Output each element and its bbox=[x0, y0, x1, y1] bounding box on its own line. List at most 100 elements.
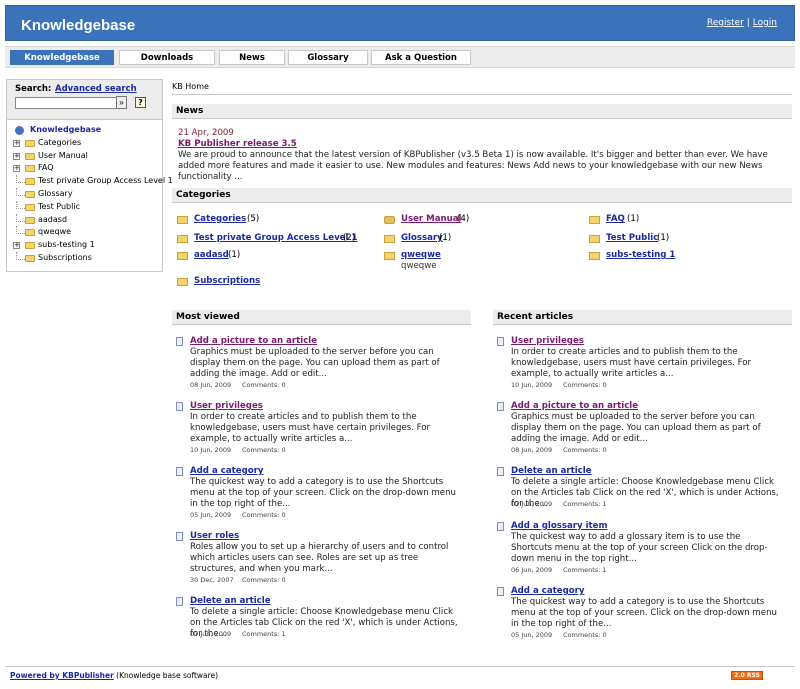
article-meta: 07 Jun, 2009 Comments: 1 bbox=[190, 630, 286, 638]
site-logo[interactable]: Knowledgebase bbox=[21, 17, 135, 34]
document-icon bbox=[176, 467, 183, 476]
register-link[interactable]: Register bbox=[707, 18, 744, 28]
tree-branch-line bbox=[16, 251, 25, 260]
tree-item[interactable]: Glossary bbox=[7, 187, 162, 201]
article-title-link[interactable]: Delete an article bbox=[511, 466, 592, 476]
news-body: We are proud to announce that the latest… bbox=[178, 150, 768, 182]
tree-item-label[interactable]: FAQ bbox=[38, 162, 54, 175]
tree-branch-line bbox=[16, 187, 25, 196]
advanced-search-link[interactable]: Advanced search bbox=[55, 84, 137, 94]
category-link[interactable]: Test private Group Access Level 1 bbox=[194, 231, 357, 245]
tree-item[interactable]: Subscriptions bbox=[7, 251, 162, 265]
article-title-link[interactable]: Delete an article bbox=[190, 596, 271, 606]
article-meta: 10 Jun, 2009 Comments: 0 bbox=[511, 381, 607, 389]
tree-item[interactable]: Test Public bbox=[7, 200, 162, 214]
tab-ask-question[interactable]: Ask a Question bbox=[371, 50, 471, 65]
folder-icon bbox=[25, 190, 35, 198]
category-link[interactable]: Subscriptions bbox=[194, 274, 260, 288]
article-date: 05 Jun, 2009 bbox=[190, 511, 232, 519]
search-input[interactable] bbox=[15, 97, 119, 109]
article-meta: 06 Jun, 2009 Comments: 1 bbox=[511, 566, 607, 574]
tree-item-label[interactable]: aadasd bbox=[38, 214, 67, 227]
footer: Powered by KBPublisher (Knowledge base s… bbox=[5, 666, 795, 685]
category-count: (2) bbox=[343, 233, 356, 243]
tree-item-label[interactable]: Test private Group Access Level 1 bbox=[38, 175, 173, 188]
article-snippet: Graphics must be uploaded to the server … bbox=[190, 347, 440, 379]
tree-root[interactable]: Knowledgebase bbox=[7, 124, 162, 137]
most-viewed-heading: Most viewed bbox=[172, 310, 471, 325]
folder-icon bbox=[589, 235, 600, 243]
category-link[interactable]: subs-testing 1 bbox=[606, 248, 675, 262]
tree-root-label[interactable]: Knowledgebase bbox=[30, 124, 101, 137]
tree-item[interactable]: + FAQ bbox=[7, 162, 162, 175]
tree-item[interactable]: + User Manual bbox=[7, 150, 162, 163]
tree-item-label[interactable]: Subscriptions bbox=[38, 252, 92, 265]
article-meta: 30 Dec, 2007 Comments: 0 bbox=[190, 576, 286, 584]
tree-item-label[interactable]: Test Public bbox=[38, 201, 80, 214]
expand-icon[interactable]: + bbox=[13, 152, 20, 160]
tab-downloads[interactable]: Downloads bbox=[119, 50, 215, 65]
tab-glossary[interactable]: Glossary bbox=[288, 50, 368, 65]
category-link[interactable]: Test Public bbox=[606, 231, 658, 245]
help-icon[interactable]: ? bbox=[135, 97, 146, 108]
tree-item-label[interactable]: qweqwe bbox=[38, 226, 71, 239]
article-comments: Comments: 1 bbox=[563, 566, 607, 574]
article-date: 10 Jun, 2009 bbox=[511, 381, 553, 389]
article-title-link[interactable]: User privileges bbox=[190, 401, 263, 411]
category-tree: Knowledgebase + Categories + User Manual… bbox=[7, 120, 173, 271]
category-count: (4) bbox=[457, 214, 470, 224]
document-icon bbox=[176, 532, 183, 541]
article-comments: Comments: 0 bbox=[563, 446, 607, 454]
header: Knowledgebase Register | Login bbox=[5, 5, 795, 41]
manual-icon bbox=[384, 216, 395, 224]
article-title-link[interactable]: Add a picture to an article bbox=[190, 336, 317, 346]
folder-icon bbox=[177, 278, 188, 286]
expand-icon[interactable]: + bbox=[13, 139, 20, 147]
news-title-link[interactable]: KB Publisher release 3.5 bbox=[178, 139, 778, 149]
article-snippet: Roles allow you to set up a hierarchy of… bbox=[190, 542, 449, 574]
recent-articles-heading: Recent articles bbox=[493, 310, 792, 325]
search-panel: Search: Advanced search » ? bbox=[7, 80, 162, 120]
tree-item-label[interactable]: User Manual bbox=[38, 150, 88, 163]
tree-branch-line bbox=[16, 226, 25, 235]
tree-item[interactable]: qweqwe bbox=[7, 226, 162, 239]
rss-icon[interactable]: 2.0 RSS bbox=[731, 671, 763, 680]
tree-item[interactable]: + Categories bbox=[7, 137, 162, 150]
tree-branch-line bbox=[16, 175, 25, 184]
expand-icon[interactable]: + bbox=[13, 165, 20, 173]
article-snippet: Graphics must be uploaded to the server … bbox=[511, 412, 761, 444]
folder-icon bbox=[25, 178, 35, 186]
article-title-link[interactable]: User privileges bbox=[511, 336, 584, 346]
search-go-button[interactable]: » bbox=[116, 96, 127, 109]
folder-icon bbox=[25, 216, 35, 224]
article-title-link[interactable]: Add a category bbox=[511, 586, 584, 596]
tree-item-label[interactable]: Glossary bbox=[38, 188, 73, 201]
tab-knowledgebase[interactable]: Knowledgebase bbox=[10, 50, 114, 65]
tree-item[interactable]: + subs-testing 1 bbox=[7, 239, 162, 252]
category-link[interactable]: qweqwe bbox=[401, 248, 441, 262]
category-link[interactable]: Glossary bbox=[401, 231, 443, 245]
document-icon bbox=[497, 402, 504, 411]
article-title-link[interactable]: Add a glossary item bbox=[511, 521, 607, 531]
document-icon bbox=[497, 587, 504, 596]
expand-icon[interactable]: + bbox=[13, 242, 20, 250]
categories-heading: Categories bbox=[172, 188, 792, 203]
tree-item[interactable]: Test private Group Access Level 1 bbox=[7, 175, 173, 188]
tab-news[interactable]: News bbox=[219, 50, 285, 65]
category-link[interactable]: User Manual bbox=[401, 212, 461, 226]
login-link[interactable]: Login bbox=[753, 18, 777, 28]
article-title-link[interactable]: Add a picture to an article bbox=[511, 401, 638, 411]
article-title-link[interactable]: Add a category bbox=[190, 466, 263, 476]
category-link[interactable]: FAQ bbox=[606, 212, 625, 226]
tree-item-label[interactable]: Categories bbox=[38, 137, 81, 150]
tree-item-label[interactable]: subs-testing 1 bbox=[38, 239, 95, 252]
folder-icon bbox=[25, 229, 35, 237]
tree-item[interactable]: aadasd bbox=[7, 213, 162, 227]
breadcrumb-home[interactable]: KB Home bbox=[172, 82, 209, 91]
article-snippet: The quickest way to add a glossary item … bbox=[511, 532, 768, 564]
category-link[interactable]: Categories bbox=[194, 212, 246, 226]
article-title-link[interactable]: User roles bbox=[190, 531, 239, 541]
article-meta: 05 Jun, 2009 Comments: 0 bbox=[190, 511, 286, 519]
category-link[interactable]: aadasd bbox=[194, 248, 229, 262]
powered-by-link[interactable]: Powered by KBPublisher bbox=[10, 671, 114, 680]
